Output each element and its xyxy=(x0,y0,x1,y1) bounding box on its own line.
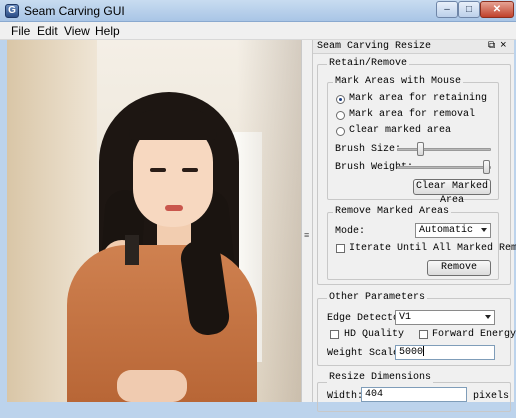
width-label: Width: xyxy=(327,391,364,402)
dock-title-bar: Seam Carving Resize ⧉ × xyxy=(313,40,514,54)
mode-select[interactable]: Automatic xyxy=(415,223,491,238)
photo-strap xyxy=(125,235,139,265)
photo-hands xyxy=(117,370,187,402)
image-canvas[interactable] xyxy=(7,40,301,402)
brush-size-label: Brush Size: xyxy=(335,144,402,155)
brush-weight-slider-thumb[interactable] xyxy=(483,160,490,174)
brush-size-slider[interactable] xyxy=(397,148,491,151)
menu-help[interactable]: Help xyxy=(95,24,120,38)
close-button[interactable]: ✕ xyxy=(480,1,514,18)
menu-view[interactable]: View xyxy=(64,24,90,38)
chevron-down-icon xyxy=(481,228,487,232)
edge-detector-value: V1 xyxy=(399,312,412,323)
radio-mark-retain[interactable] xyxy=(336,95,345,104)
menu-file[interactable]: File xyxy=(11,24,30,38)
brush-weight-slider[interactable] xyxy=(397,166,491,169)
forward-energy-checkbox[interactable] xyxy=(419,330,428,339)
radio-clear-marked-label[interactable]: Clear marked area xyxy=(349,125,451,136)
width-unit-label: pixels xyxy=(473,391,510,402)
radio-mark-removal-label[interactable]: Mark area for removal xyxy=(349,109,475,120)
width-input[interactable]: 404 xyxy=(361,387,467,402)
radio-clear-marked[interactable] xyxy=(336,127,345,136)
remove-button[interactable]: Remove xyxy=(427,260,491,276)
forward-energy-label[interactable]: Forward Energy xyxy=(432,329,516,340)
retain-remove-title: Retain/Remove xyxy=(327,58,410,69)
maximize-button[interactable]: □ xyxy=(458,1,480,18)
app-icon: G xyxy=(5,4,19,18)
hd-quality-label[interactable]: HD Quality xyxy=(344,329,404,340)
mode-label: Mode: xyxy=(335,226,366,237)
edge-detector-select[interactable]: V1 xyxy=(395,310,495,325)
radio-mark-removal[interactable] xyxy=(336,111,345,120)
photo-eye-left xyxy=(150,168,166,172)
radio-mark-retain-label[interactable]: Mark area for retaining xyxy=(349,93,487,104)
menu-bar: File Edit View Help xyxy=(0,22,516,40)
iterate-checkbox[interactable] xyxy=(336,244,345,253)
title-bar: G Seam Carving GUI – □ ✕ xyxy=(0,0,516,22)
brush-size-slider-thumb[interactable] xyxy=(417,142,424,156)
text-caret xyxy=(423,346,425,357)
weight-scale-value: 5000 xyxy=(399,347,424,358)
hd-quality-checkbox[interactable] xyxy=(330,330,339,339)
float-icon[interactable]: ⧉ xyxy=(488,40,495,52)
width-value: 404 xyxy=(365,389,384,400)
dock-title: Seam Carving Resize xyxy=(317,41,432,52)
mode-select-value: Automatic xyxy=(419,225,474,236)
grip-icon: ≡ xyxy=(304,230,310,240)
minimize-button[interactable]: – xyxy=(436,1,458,18)
chevron-down-icon xyxy=(485,315,491,319)
photo-fringe xyxy=(129,110,217,140)
weight-scale-input[interactable]: 5000 xyxy=(395,345,495,360)
iterate-checkbox-label[interactable]: Iterate Until All Marked Removed xyxy=(349,243,516,254)
remove-marked-title: Remove Marked Areas xyxy=(333,206,452,217)
window-title: Seam Carving GUI xyxy=(24,4,125,18)
photo-lips xyxy=(165,205,183,211)
photo-eye-right xyxy=(182,168,198,172)
seam-carving-dock: Seam Carving Resize ⧉ × Retain/Remove Ma… xyxy=(313,40,516,412)
mark-areas-title: Mark Areas with Mouse xyxy=(333,76,464,87)
menu-edit[interactable]: Edit xyxy=(37,24,58,38)
other-params-title: Other Parameters xyxy=(327,292,428,303)
clear-marked-area-button[interactable]: Clear Marked Area xyxy=(413,179,491,206)
weight-scale-label: Weight Scale: xyxy=(327,348,406,359)
dock-close-icon[interactable]: × xyxy=(500,40,507,52)
splitter-handle[interactable]: ≡ xyxy=(301,40,313,402)
resize-dimensions-title: Resize Dimensions xyxy=(327,372,434,383)
